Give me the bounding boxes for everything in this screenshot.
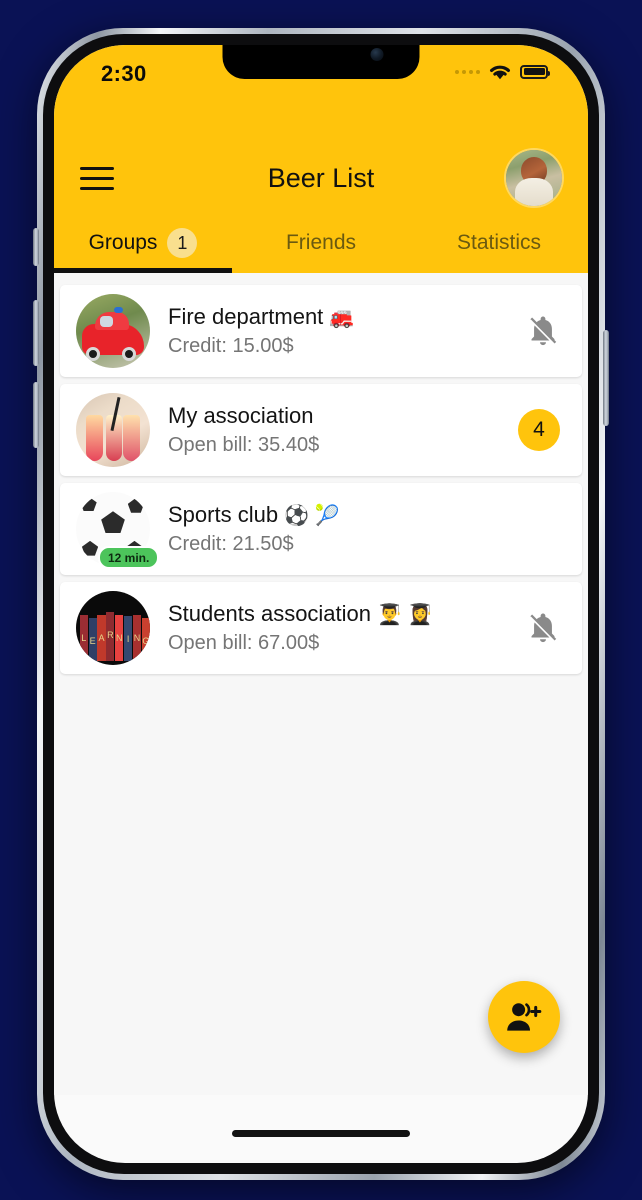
tab-statistics[interactable]: Statistics — [410, 213, 588, 273]
cocktail-drinks-photo — [76, 393, 150, 467]
group-name: Students association 👨‍🎓 👩‍🎓 — [168, 601, 433, 626]
list-item[interactable]: 12 min. Sports club ⚽ 🎾 Credit: 21.50$ — [60, 483, 582, 575]
group-name: Sports club ⚽ 🎾 — [168, 502, 340, 527]
tab-groups-badge: 1 — [167, 228, 198, 258]
group-balance: Open bill: 35.40$ — [168, 434, 320, 456]
add-group-member-icon — [507, 1003, 542, 1031]
group-text: My association Open bill: 35.40$ — [168, 403, 518, 457]
status-time: 2:30 — [101, 61, 147, 86]
group-avatar: L E A R N I N G — [76, 591, 150, 665]
group-avatar — [76, 294, 150, 368]
bell-off-icon[interactable] — [526, 314, 560, 348]
home-indicator-bar[interactable] — [232, 1130, 410, 1137]
add-group-button[interactable] — [488, 981, 560, 1053]
group-text: Sports club ⚽ 🎾 Credit: 21.50$ — [168, 502, 560, 556]
group-avatar: 12 min. — [76, 492, 160, 569]
group-list: Fire department 🚒 Credit: 15.00$ My asso… — [54, 273, 588, 1095]
learning-books-photo: L E A R N I N G — [76, 591, 150, 665]
group-balance: Open bill: 67.00$ — [168, 632, 320, 654]
phone-screen: 2:30 Beer List Groups 1 Friends Statisti… — [54, 45, 588, 1163]
graduate-emoji-icon: 👨‍🎓 👩‍🎓 — [377, 604, 433, 626]
status-bar: 2:30 — [54, 45, 588, 143]
status-badge[interactable]: 4 — [518, 409, 560, 451]
group-text: Fire department 🚒 Credit: 15.00$ — [168, 304, 526, 358]
group-balance: Credit: 21.50$ — [168, 533, 294, 555]
fire-truck-photo — [76, 294, 150, 368]
hamburger-menu-icon[interactable] — [80, 166, 114, 190]
front-camera-icon — [370, 48, 384, 61]
group-name: Fire department 🚒 — [168, 304, 355, 329]
list-item[interactable]: My association Open bill: 35.40$ 4 — [60, 384, 582, 476]
sports-emoji-icon: ⚽ 🎾 — [284, 505, 340, 527]
wifi-icon — [490, 65, 510, 80]
display-notch — [222, 45, 420, 79]
status-indicators — [455, 62, 550, 81]
tab-friends[interactable]: Friends — [232, 213, 410, 273]
last-seen-badge: 12 min. — [98, 546, 160, 569]
list-item[interactable]: Fire department 🚒 Credit: 15.00$ — [60, 285, 582, 377]
bell-off-icon[interactable] — [526, 611, 560, 645]
tab-bar: Groups 1 Friends Statistics — [54, 213, 588, 273]
mute-switch-button[interactable] — [33, 228, 39, 266]
fire-engine-emoji-icon: 🚒 — [329, 307, 355, 329]
list-item[interactable]: L E A R N I N G Students association 👨‍🎓… — [60, 582, 582, 674]
tab-friends-label: Friends — [285, 231, 357, 254]
tab-statistics-label: Statistics — [456, 231, 542, 254]
group-name: My association — [168, 403, 314, 428]
group-balance: Credit: 15.00$ — [168, 335, 294, 357]
group-avatar — [76, 393, 150, 467]
volume-down-button[interactable] — [33, 382, 39, 448]
avatar[interactable] — [506, 150, 562, 206]
group-text: Students association 👨‍🎓 👩‍🎓 Open bill: … — [168, 601, 526, 655]
tab-groups-label: Groups — [88, 231, 158, 254]
tab-groups[interactable]: Groups 1 — [54, 213, 232, 273]
app-bar: Beer List — [54, 143, 588, 213]
power-button[interactable] — [603, 330, 609, 426]
user-avatar-photo — [506, 150, 562, 206]
volume-up-button[interactable] — [33, 300, 39, 366]
screenshot-root: 2:30 Beer List Groups 1 Friends Statisti… — [0, 0, 642, 1200]
battery-full-icon — [520, 64, 550, 79]
signal-dots-icon — [455, 69, 480, 74]
